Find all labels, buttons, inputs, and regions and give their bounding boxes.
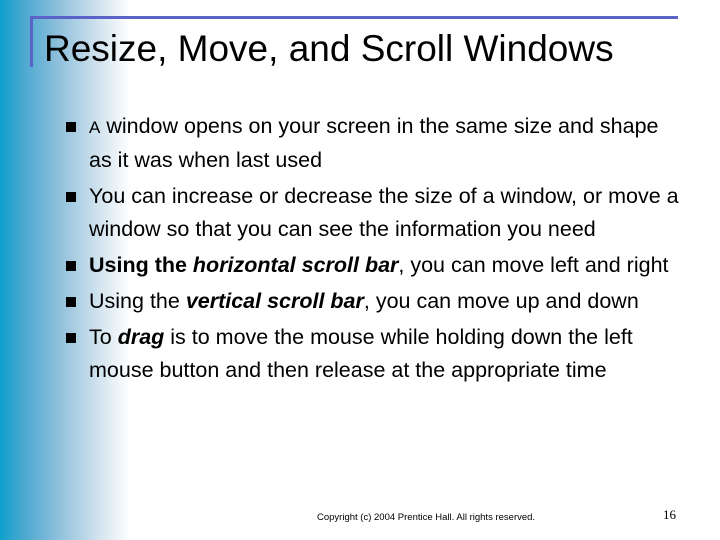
bullet-text: , you can move left and right [398, 253, 669, 277]
bullet-item: Using the vertical scroll bar, you can m… [64, 285, 684, 318]
slide-title: Resize, Move, and Scroll Windows [44, 28, 614, 69]
bullet-item: You can increase or decrease the size of… [64, 180, 684, 246]
square-bullet-icon [66, 192, 76, 202]
bullet-text: You can increase or decrease the size of… [89, 184, 679, 241]
bullet-term: horizontal scroll bar [192, 253, 399, 277]
bullet-text: is to move the mouse while holding down … [89, 325, 633, 382]
bullet-term: drag [117, 325, 165, 349]
bullet-term: vertical scroll bar [185, 289, 364, 313]
title-frame-left-line [30, 16, 33, 67]
bullet-item: A window opens on your screen in the sam… [64, 110, 684, 177]
bullet-list: A window opens on your screen in the sam… [64, 110, 684, 390]
bullet-text: , you can move up and down [363, 289, 639, 313]
bullet-first-letter: A [89, 118, 101, 137]
bullet-text: window opens on your screen in the same … [89, 114, 659, 172]
square-bullet-icon [66, 261, 76, 271]
bullet-lead-text: To [89, 325, 118, 349]
bullet-item: To drag is to move the mouse while holdi… [64, 321, 684, 387]
footer-copyright: Copyright (c) 2004 Prentice Hall. All ri… [317, 512, 536, 523]
bullet-lead-text: Using the [89, 289, 186, 313]
bullet-item: Using the horizontal scroll bar, you can… [64, 249, 684, 282]
square-bullet-icon [66, 333, 76, 343]
page-number: 16 [663, 507, 676, 522]
title-frame-top-line [30, 16, 678, 19]
bullet-lead-text: Using the [89, 253, 193, 277]
square-bullet-icon [66, 297, 76, 307]
square-bullet-icon [66, 122, 76, 132]
